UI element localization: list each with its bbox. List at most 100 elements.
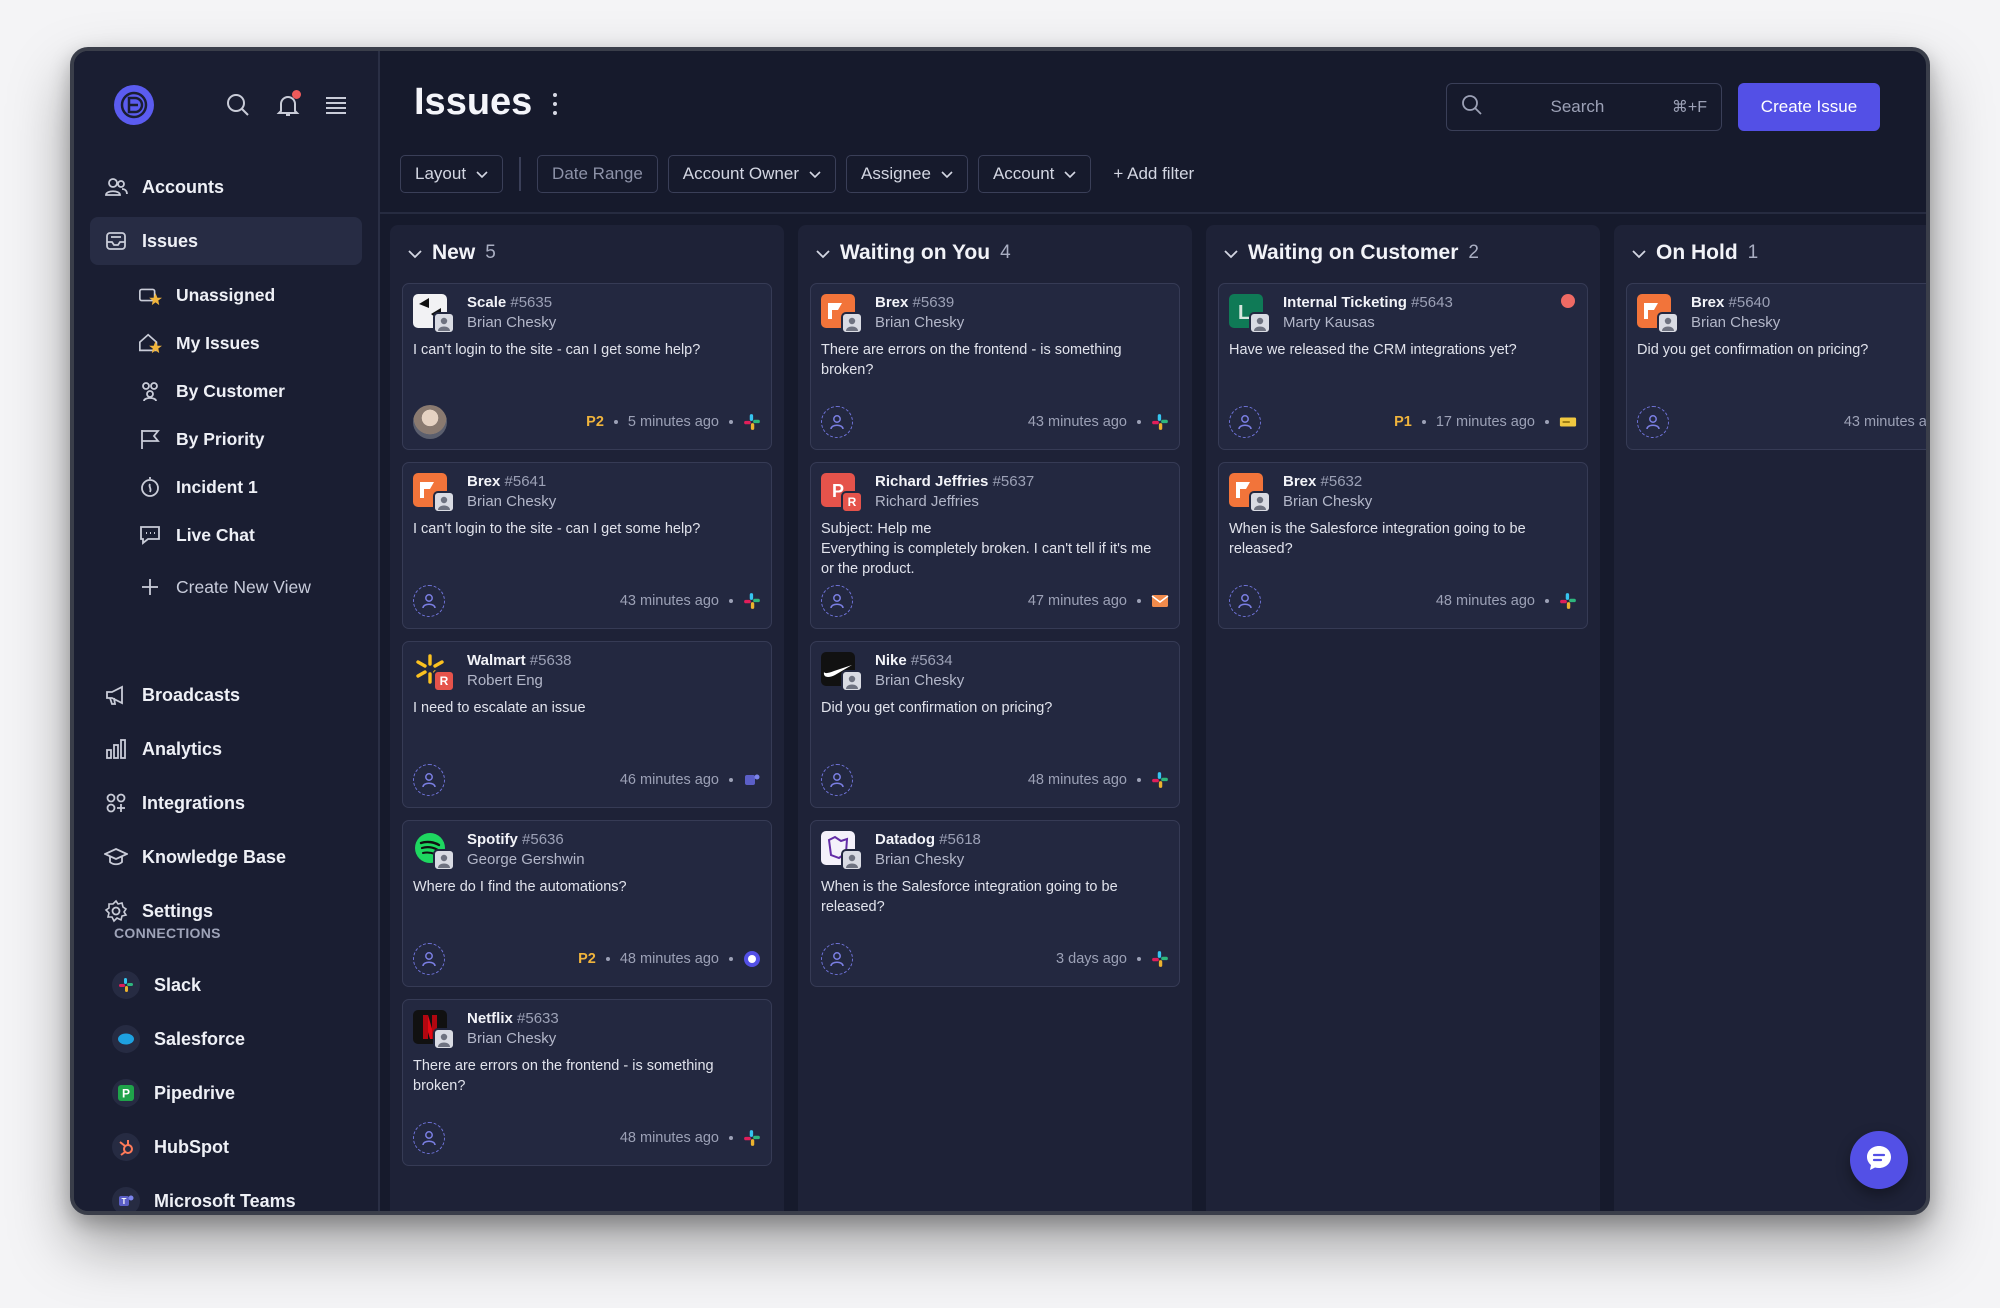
card-company[interactable]: Brex #5641 [467,473,546,490]
unassigned-avatar-icon[interactable] [413,585,445,617]
issue-card[interactable]: L Internal Ticketing #5643 Marty Kausas Hav… [1218,283,1588,450]
card-company[interactable]: Brex #5632 [1283,473,1362,490]
unassigned-avatar-icon[interactable] [821,585,853,617]
account-owner-filter[interactable]: Account Owner [667,155,837,193]
connection-pipedrive[interactable]: P Pipedrive [90,1069,362,1117]
unassigned-avatar-icon[interactable] [821,764,853,796]
issue-card[interactable]: Brex #5639 Brian Chesky There are errors o… [810,283,1180,450]
unassigned-avatar-icon[interactable] [413,1122,445,1154]
unassigned-avatar-icon[interactable] [821,943,853,975]
sidebar-item-analytics[interactable]: Analytics [90,725,362,773]
issue-card[interactable]: Brex #5640 Brian Chesky Did you get confir… [1626,283,1926,450]
unassigned-avatar-icon[interactable] [821,406,853,438]
svg-text:T: T [122,1197,127,1206]
assignee-filter[interactable]: Assignee [846,155,968,193]
card-company[interactable]: Internal Ticketing #5643 [1283,294,1453,311]
issue-card[interactable]: Scale #5635 Brian Chesky I can't login to … [402,283,772,450]
sidebar-item-incident-1[interactable]: Incident 1 [90,463,362,511]
create-issue-button[interactable]: Create Issue [1738,83,1880,131]
app-logo[interactable] [114,85,154,125]
column-title: Waiting on You [840,241,991,264]
unassigned-avatar-icon[interactable] [1229,585,1261,617]
sidebar-item-unassigned[interactable]: Unassigned [90,271,362,319]
chevron-down-icon[interactable] [1632,241,1646,265]
card-company[interactable]: Spotify #5636 [467,831,564,848]
sidebar-item-integrations[interactable]: Integrations [90,779,362,827]
sidebar-item-my-issues[interactable]: My Issues [90,319,362,367]
sidebar-item-label: Live Chat [176,524,255,545]
unassigned-avatar-icon[interactable] [1637,406,1669,438]
search-icon[interactable] [224,91,252,119]
graduation-cap-icon [104,845,128,869]
card-company[interactable]: Datadog #5618 [875,831,981,848]
company-logo: R [413,652,455,692]
company-logo [1229,473,1271,513]
assignee-avatar[interactable] [413,405,447,439]
card-footer: 46 minutes ago [413,763,761,797]
chat-launcher-button[interactable] [1850,1131,1908,1189]
account-filter[interactable]: Account [977,155,1092,193]
chevron-down-icon [809,164,821,184]
sidebar-item-issues[interactable]: Issues [90,217,362,265]
sidebar-item-live-chat[interactable]: Live Chat [90,511,362,559]
unassigned-avatar-icon[interactable] [413,943,445,975]
card-timestamp: 43 minutes ago [619,593,719,609]
card-contact: Robert Eng [467,672,543,689]
card-footer: 43 minutes ago [821,405,1169,439]
sidebar-item-label: By Customer [176,380,285,401]
separator-dot [1137,599,1141,603]
column-header[interactable]: Waiting on Customer 2 [1224,241,1479,265]
card-meta: P2 5 minutes ago [586,413,761,431]
chevron-down-icon[interactable] [408,241,422,265]
sidebar-item-accounts[interactable]: Accounts [90,163,362,211]
issue-card[interactable]: Spotify #5636 George Gershwin Where do I f… [402,820,772,987]
bell-icon[interactable] [274,90,302,119]
company-name: Spotify [467,831,518,848]
card-company[interactable]: Nike #5634 [875,652,953,669]
connections-list: Slack Salesforce P Pipedrive HubSpot T M… [90,961,362,1211]
add-filter-button[interactable]: + Add filter [1101,164,1194,184]
card-company[interactable]: Brex #5640 [1691,294,1770,311]
menu-icon[interactable] [322,91,350,119]
card-company[interactable]: Scale #5635 [467,294,552,311]
card-meta: 43 minutes ago [1028,413,1169,431]
search-input[interactable]: Search ⌘+F [1446,83,1722,131]
connection-salesforce[interactable]: Salesforce [90,1015,362,1063]
sidebar-item-by-priority[interactable]: By Priority [90,415,362,463]
card-company[interactable]: Richard Jeffries #5637 [875,473,1034,490]
date-range-filter[interactable]: Date Range [537,155,658,193]
priority-badge: P1 [1394,414,1412,430]
issue-card[interactable]: R Walmart #5638 Robert Eng I need to escala… [402,641,772,808]
issue-number: #5637 [992,473,1035,490]
header-divider [380,212,1926,214]
card-company[interactable]: Netflix #5633 [467,1010,559,1027]
sidebar-item-broadcasts[interactable]: Broadcasts [90,671,362,719]
connection-slack[interactable]: Slack [90,961,362,1009]
card-company[interactable]: Walmart #5638 [467,652,572,669]
chevron-down-icon[interactable] [1224,241,1238,265]
slack-icon [1151,413,1169,431]
sidebar-item-by-customer[interactable]: By Customer [90,367,362,415]
sidebar-item-knowledge-base[interactable]: Knowledge Base [90,833,362,881]
chevron-down-icon[interactable] [816,241,830,265]
layout-dropdown[interactable]: Layout [400,155,504,193]
connection-microsoft-teams[interactable]: T Microsoft Teams [90,1177,362,1211]
connection-hubspot[interactable]: HubSpot [90,1123,362,1171]
unassigned-avatar-icon[interactable] [1229,406,1261,438]
unassigned-avatar-icon[interactable] [413,764,445,796]
separator-dot [605,957,610,961]
more-options-icon[interactable] [552,93,558,115]
issue-card[interactable]: P R Richard Jeffries #5637 Richard Jeffries… [810,462,1180,629]
issue-number: #5638 [529,652,572,669]
issue-card[interactable]: Brex #5632 Brian Chesky When is the Salesf… [1218,462,1588,629]
issue-number: #5634 [910,652,953,669]
card-company[interactable]: Brex #5639 [875,294,954,311]
issue-card[interactable]: Datadog #5618 Brian Chesky When is the Sal… [810,820,1180,987]
column-header[interactable]: On Hold 1 [1632,241,1758,265]
column-header[interactable]: New 5 [408,241,496,265]
issue-card[interactable]: Netflix #5633 Brian Chesky There are error… [402,999,772,1166]
column-header[interactable]: Waiting on You 4 [816,241,1011,265]
create-new-view-button[interactable]: Create New View [90,563,362,611]
issue-card[interactable]: Brex #5641 Brian Chesky I can't login to t… [402,462,772,629]
issue-card[interactable]: Nike #5634 Brian Chesky Did you get confir… [810,641,1180,808]
